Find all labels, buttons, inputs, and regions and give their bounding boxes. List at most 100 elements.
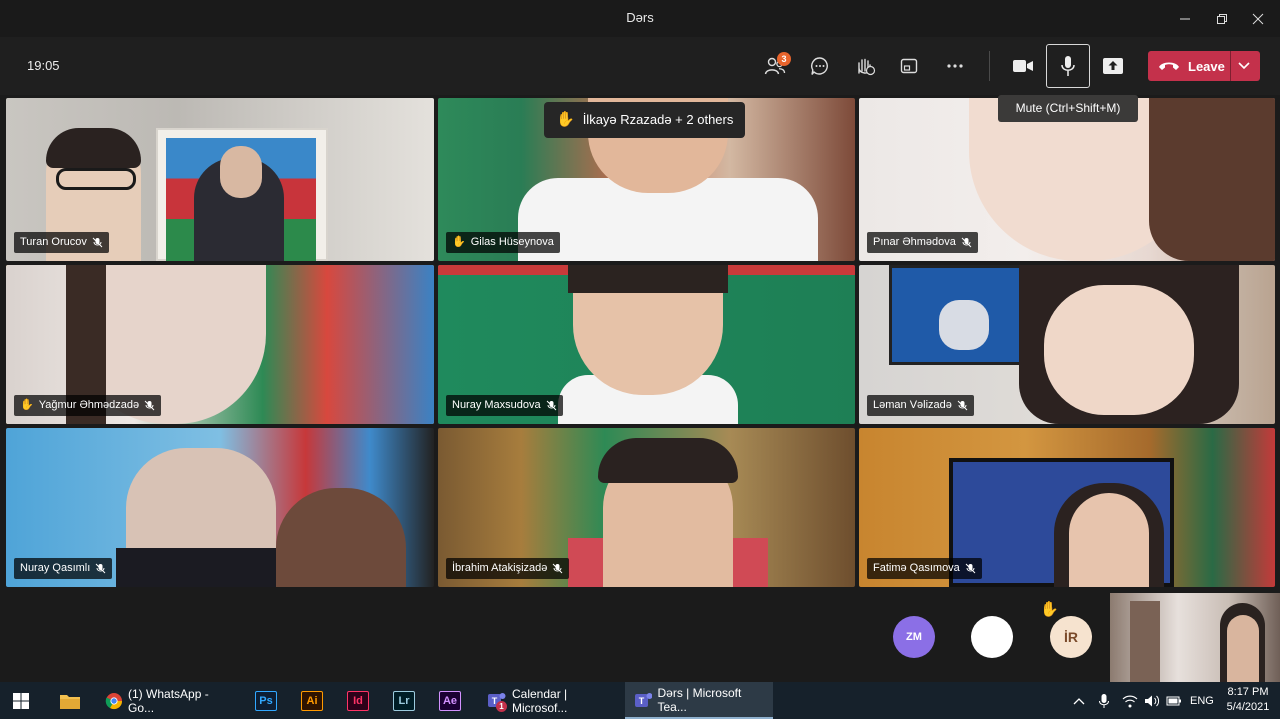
leave-button[interactable]: Leave bbox=[1148, 51, 1260, 81]
share-button[interactable] bbox=[1096, 49, 1130, 83]
hand-raised-icon: ✋ bbox=[20, 399, 34, 411]
camera-button[interactable] bbox=[1006, 49, 1040, 83]
hand-raised-icon: ✋ bbox=[1040, 601, 1059, 618]
participant-name: Nuray Qasımlı bbox=[20, 562, 91, 574]
taskbar-window-label: (1) WhatsApp - Go... bbox=[128, 686, 209, 715]
raised-hands-banner[interactable]: ✋ İlkayə Rzazadə + 2 others bbox=[544, 102, 746, 138]
video-tile[interactable]: Ləman Vəlizadə bbox=[859, 265, 1275, 424]
participants-button[interactable]: 3 bbox=[758, 49, 792, 83]
camera-icon bbox=[1013, 60, 1033, 72]
participant-name: Pınar Əhmədova bbox=[873, 236, 956, 248]
chevron-down-icon[interactable] bbox=[1237, 60, 1251, 72]
rooms-button[interactable] bbox=[892, 49, 926, 83]
video-tile[interactable]: Nuray Qasımlı bbox=[6, 428, 434, 587]
participant-label: Nuray Maxsudova bbox=[446, 395, 563, 416]
clock-time: 8:17 PM bbox=[1227, 686, 1269, 698]
microphone-icon[interactable] bbox=[1098, 693, 1110, 709]
microphone-icon bbox=[1061, 56, 1075, 76]
participant-avatar[interactable]: ZM bbox=[893, 616, 935, 658]
taskbar-app-indesign[interactable]: Id bbox=[347, 682, 369, 719]
muted-mic-icon bbox=[92, 237, 103, 248]
taskbar-app-illustrator[interactable]: Ai bbox=[301, 682, 323, 719]
participant-label: Nuray Qasımlı bbox=[14, 558, 113, 579]
taskbar-app-lightroom[interactable]: Lr bbox=[393, 682, 415, 719]
volume-icon[interactable] bbox=[1144, 694, 1160, 708]
battery-icon[interactable] bbox=[1166, 695, 1182, 707]
meeting-timer: 19:05 bbox=[27, 58, 60, 73]
participant-name: Ləman Vəlizadə bbox=[873, 399, 952, 411]
meeting-toolbar: 19:05 3 Leave bbox=[0, 37, 1280, 95]
participant-name: Gilas Hüseynova bbox=[470, 236, 554, 248]
taskbar-window-teams-meeting[interactable]: T Dərs | Microsoft Tea... bbox=[625, 682, 773, 719]
toolbar-divider bbox=[989, 51, 990, 81]
avatar-initials: İR bbox=[1064, 629, 1078, 645]
folder-icon bbox=[60, 694, 80, 709]
hand-raised-icon: ✋ bbox=[452, 236, 466, 248]
hang-up-icon bbox=[1159, 62, 1179, 70]
participant-label: Ləman Vəlizadə bbox=[867, 395, 974, 416]
participant-label: ✋ Gilas Hüseynova bbox=[446, 232, 560, 253]
system-tray: ENG bbox=[1072, 682, 1222, 719]
video-tile-active-speaker[interactable]: ✋ Yağmur Əhmədzadə bbox=[6, 265, 434, 424]
self-view-video[interactable] bbox=[1110, 593, 1280, 682]
clock-date: 5/4/2021 bbox=[1226, 701, 1270, 713]
muted-mic-icon bbox=[957, 400, 968, 411]
participant-avatar[interactable] bbox=[971, 616, 1013, 658]
participant-name: Turan Orucov bbox=[20, 236, 87, 248]
file-explorer-button[interactable] bbox=[59, 682, 81, 719]
raise-hand-icon bbox=[858, 58, 876, 76]
video-tile[interactable]: Turan Orucov bbox=[6, 98, 434, 261]
muted-mic-icon bbox=[95, 563, 106, 574]
breakout-rooms-icon bbox=[900, 58, 918, 74]
reactions-button[interactable] bbox=[848, 49, 882, 83]
participant-name: Fatimə Qasımova bbox=[873, 562, 960, 574]
chrome-icon bbox=[105, 692, 123, 709]
participant-avatar[interactable]: İR bbox=[1050, 616, 1092, 658]
participant-label: İbrahim Atakişizadə bbox=[446, 558, 570, 579]
taskbar-app-photoshop[interactable]: Ps bbox=[255, 682, 277, 719]
taskbar-clock[interactable]: 8:17 PM 5/4/2021 bbox=[1218, 685, 1278, 715]
start-button[interactable] bbox=[12, 682, 30, 719]
window-title: Dərs bbox=[626, 10, 654, 25]
participant-name: Yağmur Əhmədzadə bbox=[38, 399, 140, 411]
language-indicator[interactable]: ENG bbox=[1190, 695, 1214, 707]
chat-button[interactable] bbox=[803, 49, 837, 83]
video-tile[interactable]: Nuray Maxsudova bbox=[438, 265, 855, 424]
raised-hands-text: İlkayə Rzazadə + 2 others bbox=[582, 112, 734, 127]
windows-logo-icon bbox=[13, 692, 29, 709]
chevron-up-icon[interactable] bbox=[1072, 696, 1086, 706]
hand-raised-icon: ✋ bbox=[556, 111, 575, 128]
video-tile[interactable]: Pınar Əhmədova bbox=[859, 98, 1275, 261]
participant-label: Fatimə Qasımova bbox=[867, 558, 982, 579]
avatar-initials: ZM bbox=[906, 631, 922, 643]
chat-icon bbox=[811, 57, 828, 75]
participant-label: Pınar Əhmədova bbox=[867, 232, 978, 253]
video-tile[interactable]: İbrahim Atakişizadə bbox=[438, 428, 855, 587]
windows-taskbar: (1) WhatsApp - Go... Ps Ai Id Lr Ae T 1 … bbox=[0, 682, 1280, 719]
taskbar-window-label: Calendar | Microsof... bbox=[512, 686, 568, 715]
taskbar-app-aftereffects[interactable]: Ae bbox=[439, 682, 461, 719]
muted-mic-icon bbox=[144, 400, 155, 411]
title-bar: Dərs bbox=[0, 0, 1280, 37]
leave-label: Leave bbox=[1188, 58, 1225, 74]
more-actions-button[interactable] bbox=[938, 49, 972, 83]
more-icon bbox=[947, 64, 963, 68]
taskbar-window-calendar[interactable]: T 1 Calendar | Microsof... bbox=[478, 682, 621, 719]
svg-text:T: T bbox=[639, 696, 645, 706]
mute-tooltip: Mute (Ctrl+Shift+M) bbox=[998, 95, 1138, 122]
taskbar-window-label: Dərs | Microsoft Tea... bbox=[657, 685, 742, 714]
mic-button[interactable] bbox=[1046, 44, 1090, 88]
muted-mic-icon bbox=[546, 400, 557, 411]
video-tile[interactable]: Fatimə Qasımova bbox=[859, 428, 1275, 587]
taskbar-window-whatsapp[interactable]: (1) WhatsApp - Go... bbox=[97, 682, 240, 719]
participant-label: Turan Orucov bbox=[14, 232, 109, 253]
notification-badge: 1 bbox=[496, 700, 507, 712]
teams-icon: T 1 bbox=[486, 691, 507, 712]
wifi-icon[interactable] bbox=[1122, 694, 1138, 708]
participant-name: İbrahim Atakişizadə bbox=[452, 562, 548, 574]
close-button[interactable] bbox=[1235, 0, 1280, 37]
muted-mic-icon bbox=[553, 563, 563, 574]
share-screen-icon bbox=[1103, 58, 1123, 74]
muted-mic-icon bbox=[965, 563, 976, 574]
participant-label: ✋ Yağmur Əhmədzadə bbox=[14, 395, 162, 416]
